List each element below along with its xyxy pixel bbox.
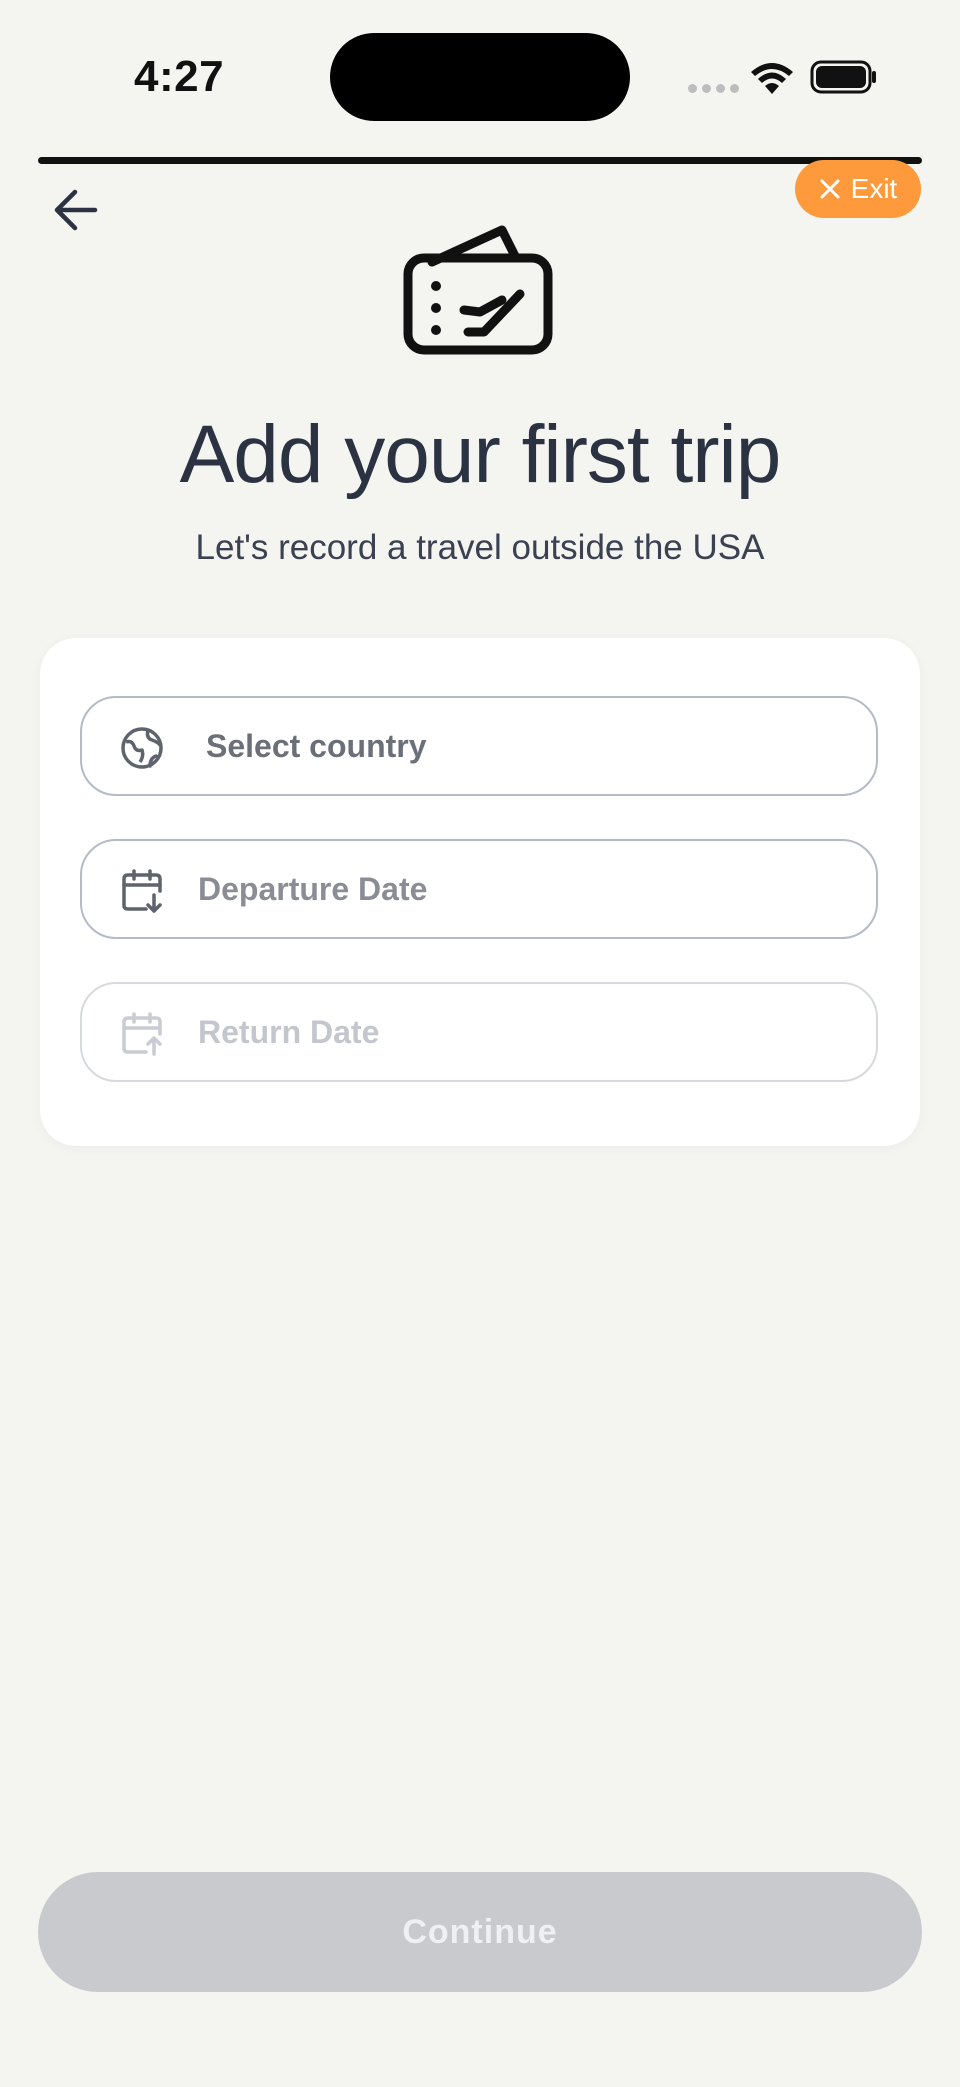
select-country-field[interactable]: Select country <box>80 696 878 796</box>
cellular-signal-icon <box>688 84 739 93</box>
return-date-field[interactable]: Return Date <box>80 982 878 1082</box>
exit-label: Exit <box>850 173 898 204</box>
exit-button[interactable]: Exit <box>795 160 921 218</box>
back-button[interactable] <box>50 184 102 236</box>
close-icon <box>820 179 840 199</box>
plane-ticket-icon <box>403 225 553 355</box>
departure-date-label: Departure Date <box>198 870 428 907</box>
calendar-arrow-down-icon <box>122 869 162 913</box>
arrow-left-icon <box>54 189 98 231</box>
calendar-arrow-up-icon <box>122 1012 162 1056</box>
return-date-label: Return Date <box>198 1013 380 1050</box>
globe-icon <box>121 727 163 769</box>
progress-bar <box>38 157 922 164</box>
status-time: 4:27 <box>134 52 225 101</box>
select-country-label: Select country <box>206 727 427 764</box>
page-title: Add your first trip <box>179 409 782 500</box>
dynamic-island <box>330 33 630 121</box>
trip-form-card: Select country Departure Date Return Dat… <box>40 638 920 1146</box>
battery-icon <box>810 60 876 94</box>
departure-date-field[interactable]: Departure Date <box>80 839 878 939</box>
page-subtitle: Let's record a travel outside the USA <box>195 528 765 567</box>
wifi-icon <box>751 63 793 94</box>
continue-label: Continue <box>402 1912 558 1951</box>
continue-button[interactable]: Continue <box>38 1872 922 1992</box>
status-bar: 4:27 <box>0 0 960 150</box>
